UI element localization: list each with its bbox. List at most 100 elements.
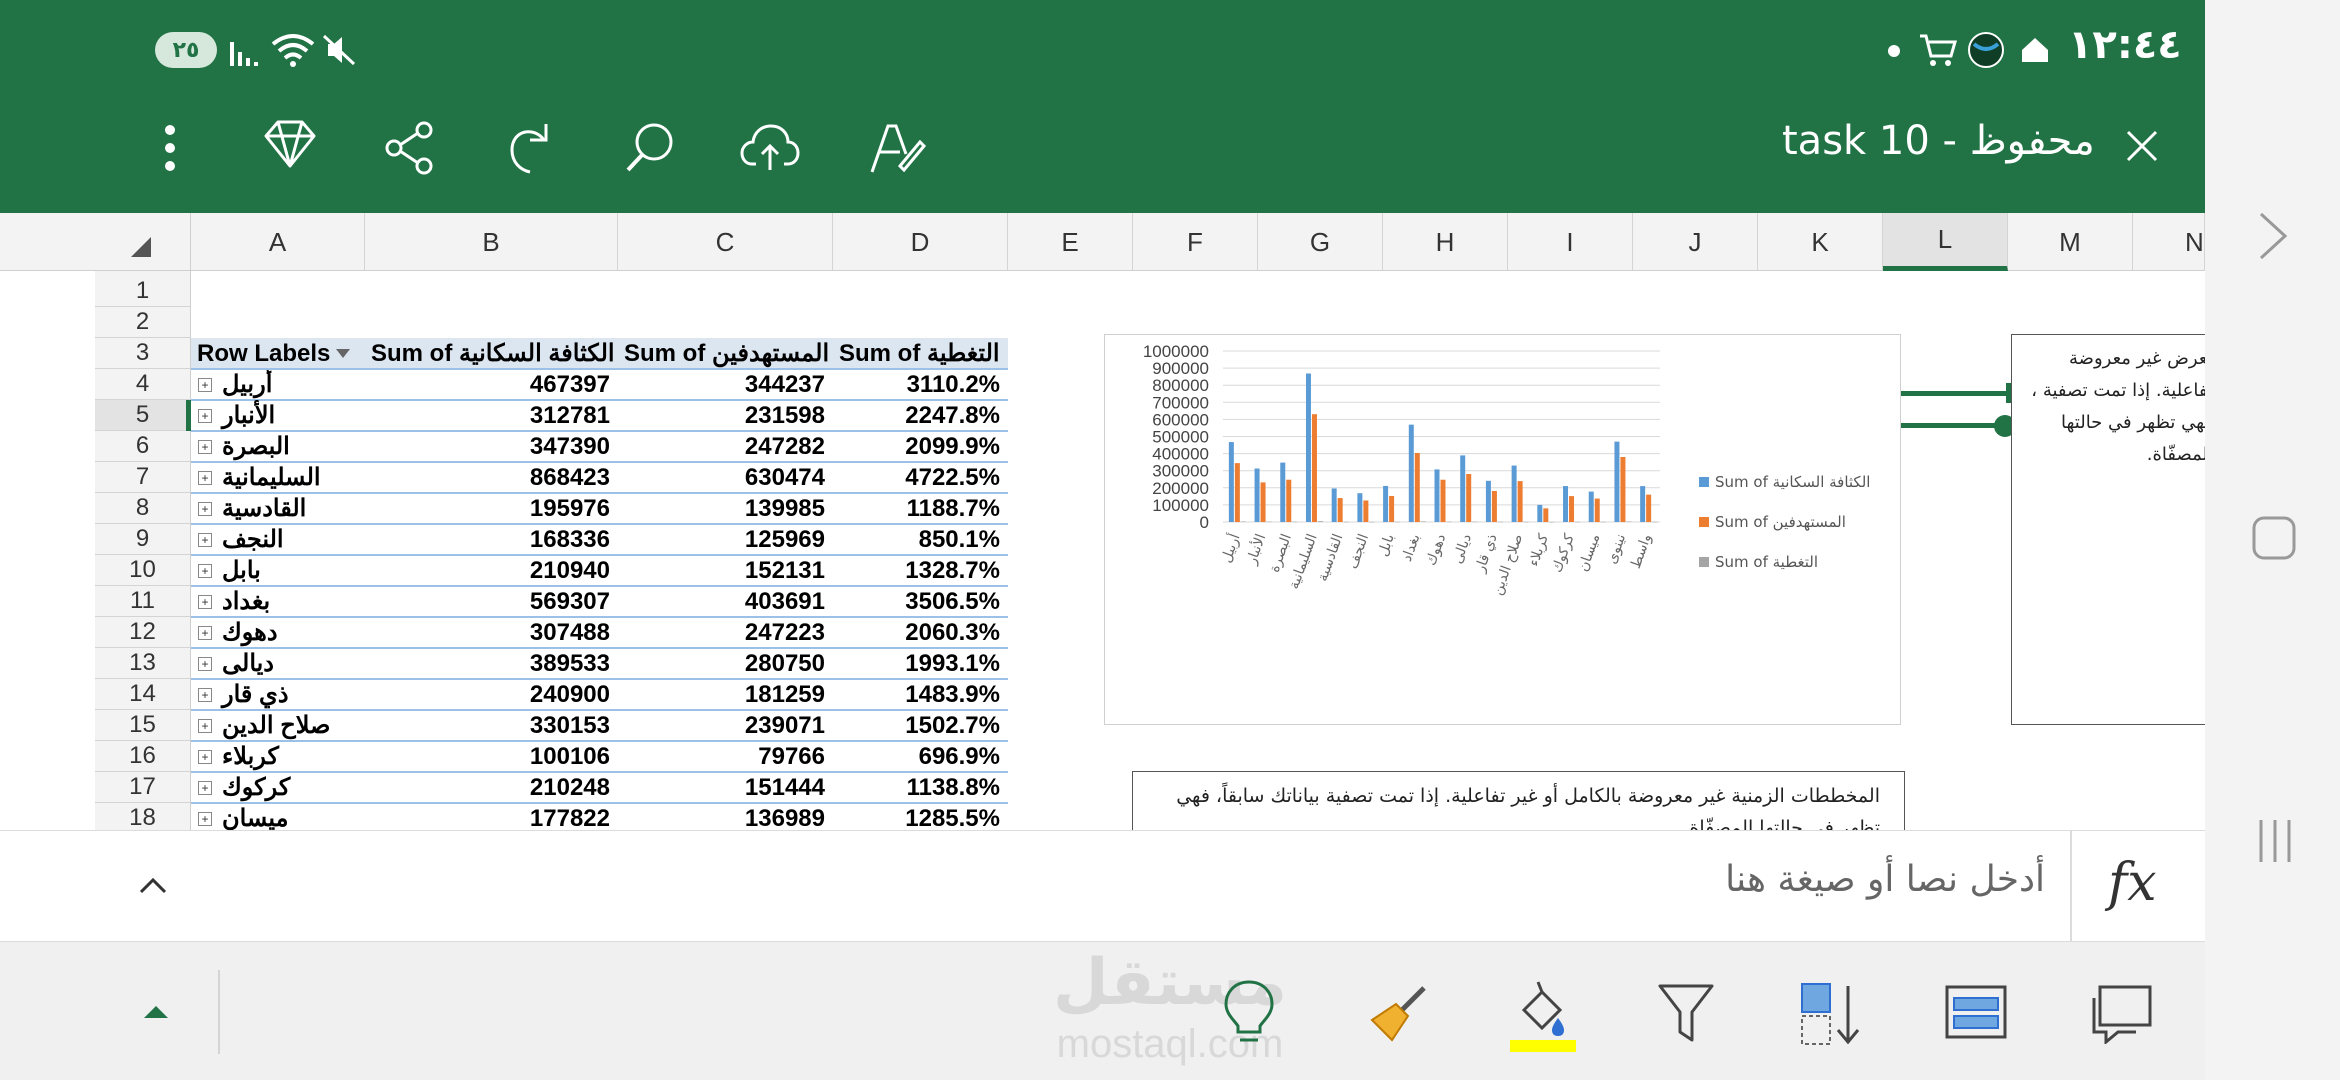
lightbulb-icon[interactable] [1220, 978, 1278, 1046]
expand-ribbon-icon[interactable] [142, 1002, 170, 1020]
pivot-value-cell[interactable]: 403691 [618, 586, 833, 617]
pivot-row-label[interactable]: + ميسان [191, 803, 365, 830]
pivot-value-cell[interactable]: 177822 [365, 803, 618, 831]
pivot-row-label[interactable]: + دهوك [191, 617, 365, 648]
row-header[interactable]: 17 [95, 772, 190, 803]
close-icon[interactable] [2124, 128, 2160, 164]
row-header[interactable]: 12 [95, 617, 190, 648]
pivot-value-cell[interactable]: 152131 [618, 555, 833, 586]
pivot-value-cell[interactable]: 569307 [365, 586, 618, 617]
row-header[interactable]: 7 [95, 462, 190, 493]
pivot-value-cell[interactable]: 195976 [365, 493, 618, 524]
recent-apps-icon[interactable] [2255, 818, 2295, 864]
draw-pen-icon[interactable] [866, 118, 926, 178]
pivot-value-cell[interactable]: 330153 [365, 710, 618, 741]
home-icon[interactable] [2251, 515, 2297, 561]
pivot-row-label[interactable]: + كربلاء [191, 741, 365, 772]
column-header[interactable]: J [1633, 213, 1758, 271]
pivot-value-cell[interactable]: 139985 [618, 493, 833, 524]
pivot-row-label[interactable]: + القادسية [191, 493, 365, 524]
pivot-value-cell[interactable]: 467397 [365, 369, 618, 400]
row-header[interactable]: 11 [95, 586, 190, 617]
expand-plus-icon[interactable]: + [198, 625, 212, 640]
expand-plus-icon[interactable]: + [198, 532, 212, 547]
pivot-value-cell[interactable]: 1993.1% [833, 648, 1008, 679]
chevron-up-icon[interactable] [138, 875, 168, 895]
pivot-row-label[interactable]: + بغداد [191, 586, 365, 617]
row-header[interactable]: 13 [95, 648, 190, 679]
expand-plus-icon[interactable]: + [198, 656, 212, 671]
row-header[interactable]: 18 [95, 803, 190, 830]
expand-plus-icon[interactable]: + [198, 470, 212, 485]
pivot-value-cell[interactable]: 347390 [365, 431, 618, 462]
pivot-value-cell[interactable]: 1483.9% [833, 679, 1008, 710]
pivot-column-header[interactable]: Sum of المستهدفين [624, 338, 829, 369]
pivot-value-cell[interactable]: 1285.5% [833, 803, 1008, 831]
function-fx-button[interactable]: fx [2108, 853, 2157, 913]
expand-plus-icon[interactable]: + [198, 563, 212, 578]
column-header[interactable]: D [833, 213, 1008, 271]
column-header[interactable]: F [1133, 213, 1258, 271]
pivot-value-cell[interactable]: 151444 [618, 772, 833, 803]
pivot-value-cell[interactable]: 247282 [618, 431, 833, 462]
row-header[interactable]: 1 [95, 276, 190, 307]
pivot-value-cell[interactable]: 210940 [365, 555, 618, 586]
pivot-value-cell[interactable]: 868423 [365, 462, 618, 493]
pivot-row-label[interactable]: + كركوك [191, 772, 365, 803]
row-header[interactable]: 14 [95, 679, 190, 710]
pivot-row-label[interactable]: + ديالى [191, 648, 365, 679]
pivot-row-label[interactable]: + أربيل [191, 369, 365, 400]
pivot-value-cell[interactable]: 3110.2% [833, 369, 1008, 400]
column-header[interactable]: I [1508, 213, 1633, 271]
column-header[interactable]: E [1008, 213, 1133, 271]
pivot-value-cell[interactable]: 2060.3% [833, 617, 1008, 648]
row-header[interactable]: 6 [95, 431, 190, 462]
pivot-value-cell[interactable]: 168336 [365, 524, 618, 555]
column-header[interactable]: B [365, 213, 618, 271]
pivot-value-cell[interactable]: 231598 [618, 400, 833, 431]
pivot-value-cell[interactable]: 850.1% [833, 524, 1008, 555]
pivot-value-cell[interactable]: 240900 [365, 679, 618, 710]
pivot-value-cell[interactable]: 100106 [365, 741, 618, 772]
row-header[interactable]: 2 [95, 307, 190, 338]
filter-icon[interactable] [1656, 982, 1716, 1046]
row-header[interactable]: 10 [95, 555, 190, 586]
expand-plus-icon[interactable]: + [198, 687, 212, 702]
column-header[interactable]: K [1758, 213, 1883, 271]
row-header-selected[interactable]: 5 [95, 400, 190, 431]
row-header[interactable]: 4 [95, 369, 190, 400]
pivot-value-cell[interactable]: 125969 [618, 524, 833, 555]
share-icon[interactable] [382, 120, 438, 176]
expand-plus-icon[interactable]: + [198, 718, 212, 733]
fill-color-icon[interactable] [1508, 976, 1578, 1052]
column-header[interactable]: N [2133, 213, 2205, 271]
pivot-row-label[interactable]: + بابل [191, 555, 365, 586]
pivot-value-cell[interactable]: 239071 [618, 710, 833, 741]
pivot-value-cell[interactable]: 630474 [618, 462, 833, 493]
pivot-value-cell[interactable]: 79766 [618, 741, 833, 772]
pivot-value-cell[interactable]: 2247.8% [833, 400, 1008, 431]
cloud-upload-icon[interactable] [740, 122, 800, 174]
column-header-selected[interactable]: L [1883, 213, 2008, 271]
pivot-value-cell[interactable]: 3506.5% [833, 586, 1008, 617]
pivot-value-cell[interactable]: 389533 [365, 648, 618, 679]
search-icon[interactable] [622, 120, 678, 176]
pivot-row-label[interactable]: + السليمانية [191, 462, 365, 493]
column-header[interactable]: H [1383, 213, 1508, 271]
premium-diamond-icon[interactable] [262, 118, 318, 170]
formula-input[interactable]: أدخل نصا أو صيغة هنا [1060, 859, 2045, 915]
pivot-value-cell[interactable]: 181259 [618, 679, 833, 710]
comment-icon[interactable] [2090, 984, 2154, 1044]
pivot-chart[interactable]: 1000000 900000 800000 700000 600000 500000 400… [1104, 334, 1901, 725]
expand-plus-icon[interactable]: + [198, 408, 212, 423]
pivot-value-cell[interactable]: 1188.7% [833, 493, 1008, 524]
pivot-value-cell[interactable]: 344237 [618, 369, 833, 400]
expand-plus-icon[interactable]: + [198, 749, 212, 764]
filter-dropdown-icon[interactable] [336, 349, 351, 358]
pivot-value-cell[interactable]: 1502.7% [833, 710, 1008, 741]
pivot-value-cell[interactable]: 4722.5% [833, 462, 1008, 493]
pivot-value-cell[interactable]: 312781 [365, 400, 618, 431]
pivot-row-label[interactable]: + الأنبار [191, 400, 365, 431]
column-header[interactable]: M [2008, 213, 2133, 271]
slicer-note-box[interactable]: لعرض غير معروضة تفاعلية. إذا تمت تصفية ،… [2011, 334, 2205, 725]
